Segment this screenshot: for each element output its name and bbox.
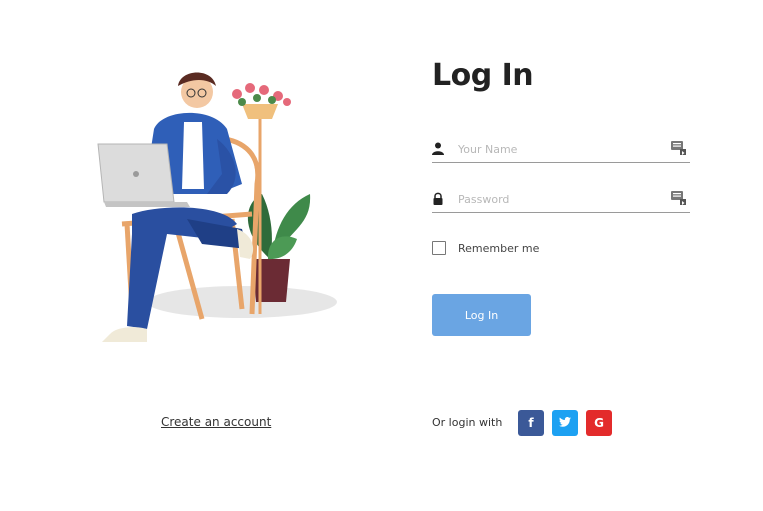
name-field [432,138,690,163]
twitter-icon [559,416,571,430]
login-card: Log In Remember me Log In Create an acco… [0,0,763,511]
remember-me-checkbox[interactable] [432,241,446,255]
password-field [432,188,690,213]
page-title: Log In [432,58,534,93]
google-icon: G [594,416,604,430]
person-with-laptop-illustration [92,64,342,364]
remember-me-row[interactable]: Remember me [432,240,539,256]
name-input[interactable] [458,138,663,160]
user-icon [432,142,444,155]
login-button[interactable]: Log In [432,294,531,336]
google-login-button[interactable]: G [586,410,612,436]
facebook-icon: f [528,416,534,430]
keyboard-autofill-icon[interactable] [671,191,686,205]
remember-me-label[interactable]: Remember me [458,242,539,255]
twitter-login-button[interactable] [552,410,578,436]
keyboard-autofill-icon[interactable] [671,141,686,155]
lock-icon [432,192,444,205]
create-account-link[interactable]: Create an account [161,415,271,429]
facebook-login-button[interactable]: f [518,410,544,436]
or-login-with-label: Or login with [432,416,503,429]
password-input[interactable] [458,188,663,210]
